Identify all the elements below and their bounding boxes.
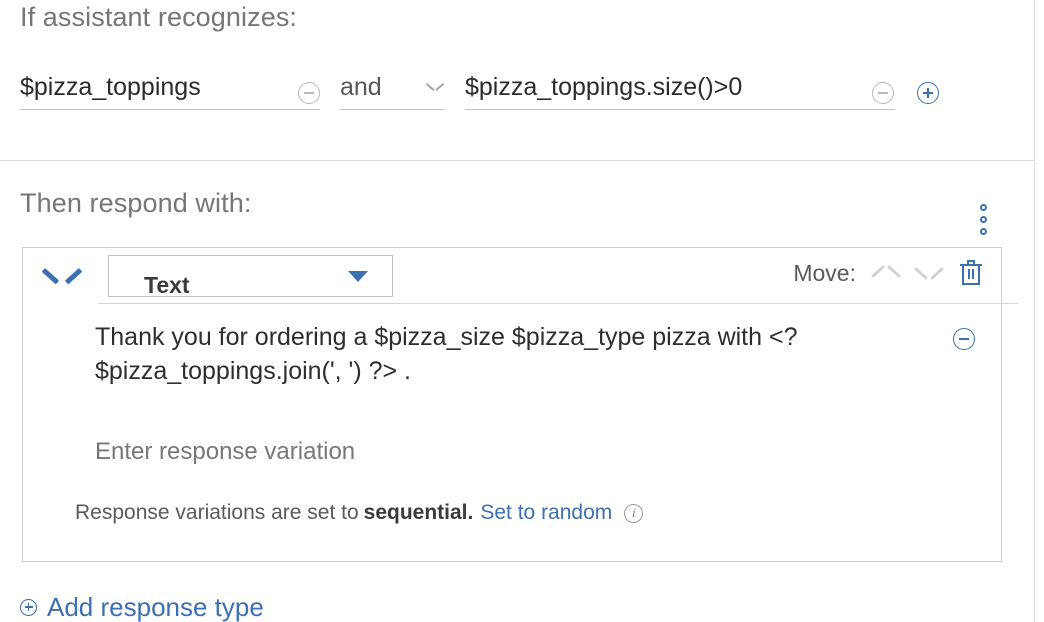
overflow-dot <box>980 204 987 211</box>
condition-section-heading: If assistant recognizes: <box>20 2 298 32</box>
condition-row: $pizza_toppings <box>20 72 320 110</box>
overflow-menu-icon[interactable] <box>978 202 989 237</box>
chevron-down-icon <box>427 83 443 92</box>
condition-1-remove-icon[interactable] <box>298 82 320 104</box>
info-icon[interactable]: i <box>624 503 644 523</box>
condition-input-1[interactable]: $pizza_toppings <box>20 72 320 110</box>
response-text-row: Thank you for ordering a $pizza_size $pi… <box>95 320 975 388</box>
chevron-down-icon[interactable] <box>916 265 942 281</box>
variation-mode: sequential. <box>363 501 474 524</box>
circle-plus-icon <box>20 598 37 616</box>
condition-add-icon[interactable] <box>917 82 939 104</box>
add-response-type-label: Add response type <box>47 592 264 622</box>
response-text[interactable]: Thank you for ordering a $pizza_size $pi… <box>95 320 895 388</box>
chevron-down-icon[interactable] <box>45 266 79 288</box>
condition-input-2[interactable]: $pizza_toppings.size()>0 <box>465 72 895 110</box>
response-card-header: Text Move: <box>23 248 1018 312</box>
condition-section: If assistant recognizes: $pizza_toppings… <box>0 0 1035 161</box>
response-type-select[interactable]: Text <box>108 255 393 298</box>
response-card: Text Move: Thank you for ordering a $piz… <box>22 247 1018 562</box>
trash-icon[interactable] <box>959 260 983 286</box>
variation-note: Response variations are set to sequentia… <box>75 500 644 526</box>
respond-section: Then respond with: Text Move: Thank you … <box>0 162 1035 622</box>
move-controls: Move: <box>793 260 983 286</box>
overflow-dot <box>980 228 987 235</box>
condition-operator-value: and <box>340 73 382 101</box>
condition-operator-select[interactable]: and <box>340 72 445 110</box>
variation-note-prefix: Response variations are set to <box>75 501 359 524</box>
overflow-dot <box>980 216 987 223</box>
condition-2-remove-icon[interactable] <box>872 82 894 104</box>
chevron-up-icon[interactable] <box>873 265 899 281</box>
triangle-down-icon <box>348 271 368 282</box>
respond-section-heading: Then respond with: <box>20 188 252 218</box>
add-response-type-button[interactable]: Add response type <box>20 592 264 622</box>
set-to-random-link[interactable]: Set to random <box>480 500 612 526</box>
trash-can <box>962 266 980 285</box>
condition-row-2: $pizza_toppings.size()>0 <box>465 72 895 110</box>
response-variation-input[interactable]: Enter response variation <box>95 438 355 466</box>
response-type-label: Text <box>144 272 190 298</box>
card-header-divider <box>98 303 1018 304</box>
move-label: Move: <box>793 260 856 286</box>
response-remove-icon[interactable] <box>953 328 975 350</box>
condition-input-1-value: $pizza_toppings <box>20 73 201 101</box>
condition-input-2-value: $pizza_toppings.size()>0 <box>465 73 743 101</box>
